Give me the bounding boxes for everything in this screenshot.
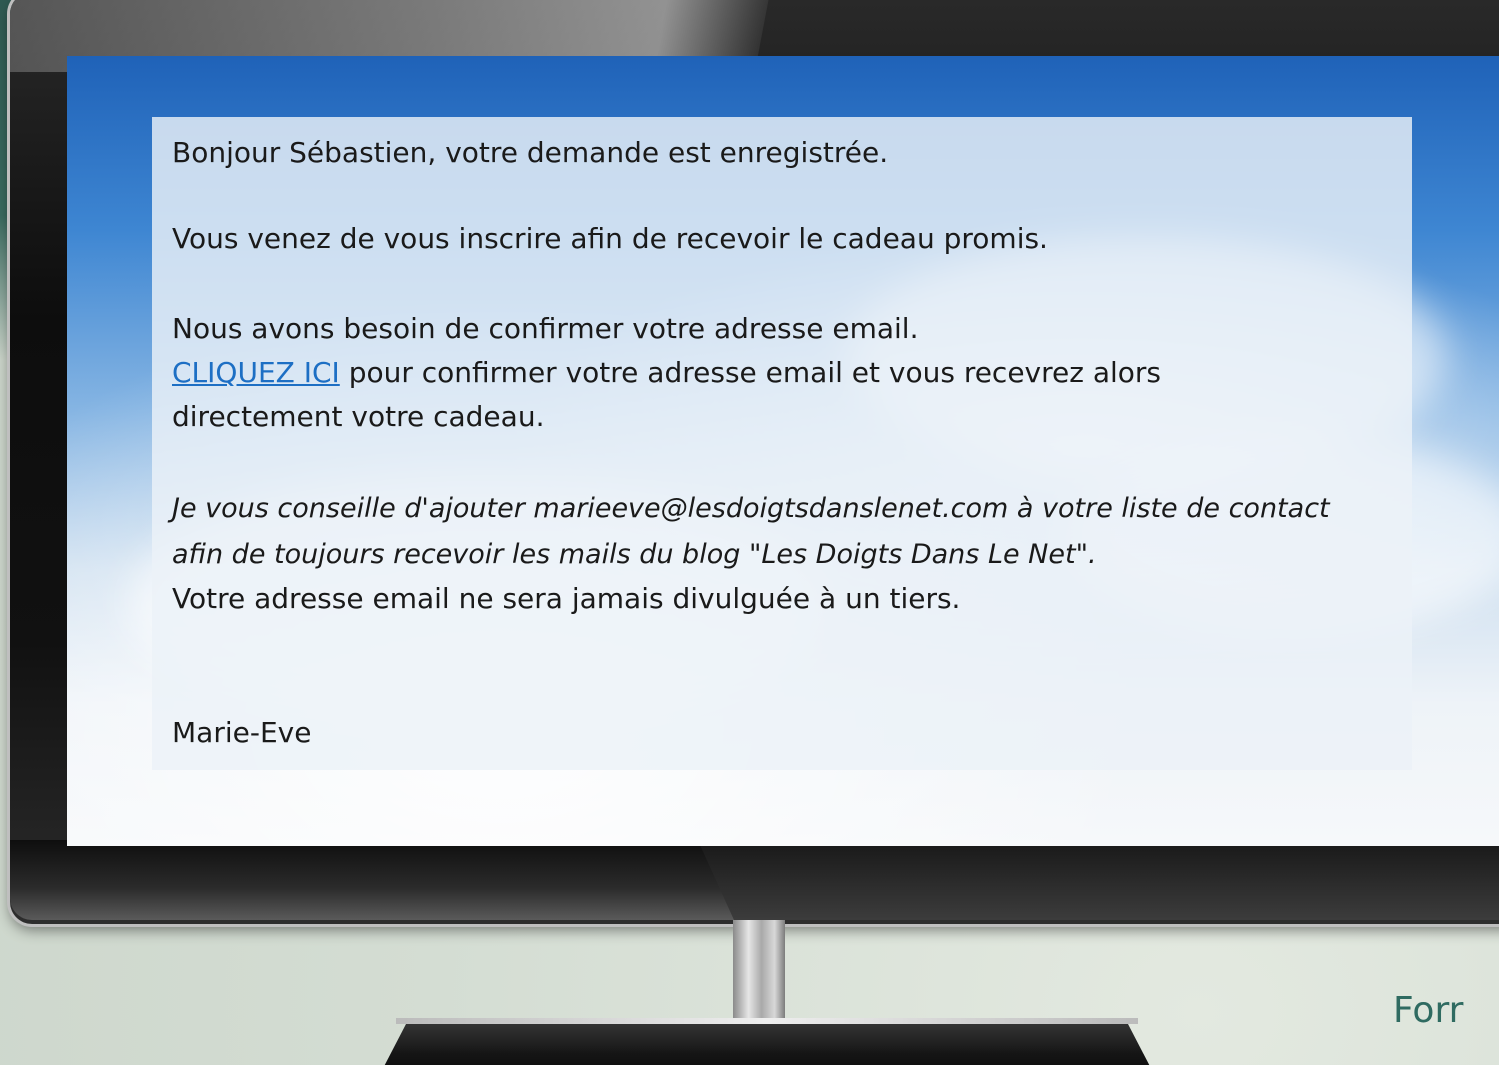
advice-text-1: Je vous conseille d'ajouter marieeve@les… [172,493,1330,524]
privacy-text: Votre adresse email ne sera jamais divul… [172,582,961,615]
greeting-text: Bonjour Sébastien, votre demande est enr… [172,136,889,169]
advice-text-2: afin de toujours recevoir les mails du b… [172,539,1097,570]
confirm-line: CLIQUEZ ICI pour confirmer votre adresse… [172,351,1161,395]
signature-text: Marie-Eve [172,716,312,749]
tv-bottom-reflection [700,845,1499,920]
tv-stand-base-edge [396,1018,1138,1024]
confirm-link[interactable]: CLIQUEZ ICI [172,356,340,389]
confirm-instruction-text-2: directement votre cadeau. [172,400,545,433]
confirm-needed-text: Nous avons besoin de confirmer votre adr… [172,312,919,345]
confirmation-message-panel: Bonjour Sébastien, votre demande est enr… [152,117,1412,770]
tv-stand-base [378,1018,1156,1065]
confirm-instruction-text: pour confirmer votre adresse email et vo… [348,356,1162,389]
corner-label: Forr [1393,990,1464,1031]
subscription-text: Vous venez de vous inscrire afin de rece… [172,222,1048,255]
tv-stand-neck [733,920,785,1030]
